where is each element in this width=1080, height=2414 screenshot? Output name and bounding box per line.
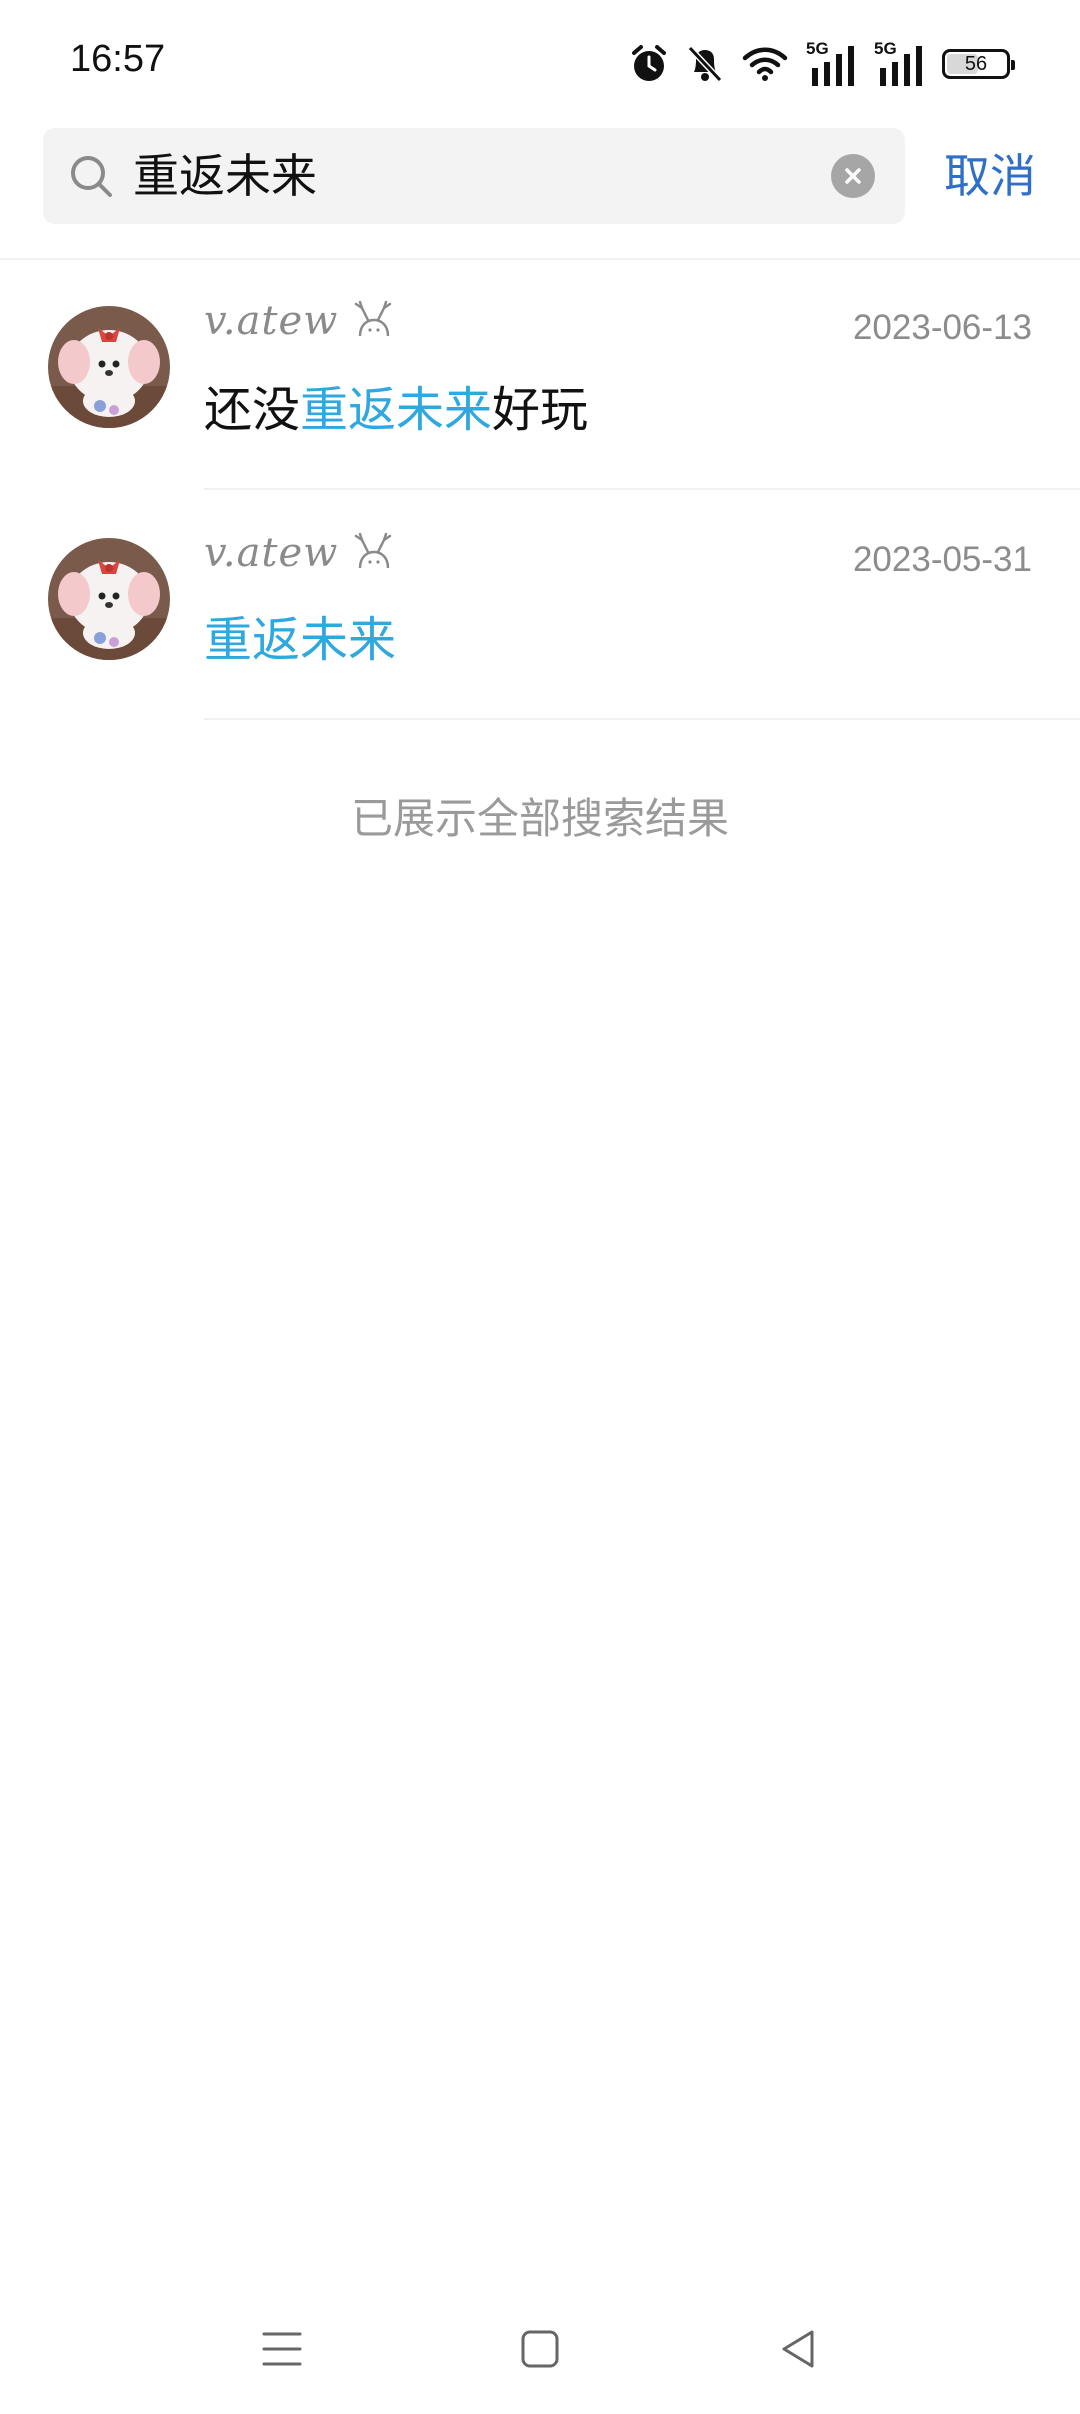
row-divider xyxy=(204,718,1080,720)
avatar[interactable] xyxy=(48,538,170,660)
snippet-highlight: 重返未来 xyxy=(204,612,397,668)
alarm-icon xyxy=(632,45,666,81)
battery-icon: 56 xyxy=(942,49,1015,79)
deer-icon xyxy=(354,300,392,337)
result-snippet: 还没重返未来好玩 xyxy=(204,380,588,440)
signal-5g-icon: 5G xyxy=(806,40,856,88)
home-icon[interactable] xyxy=(518,2324,562,2374)
status-time: 16:57 xyxy=(70,38,166,80)
result-date: 2023-05-31 xyxy=(852,540,1032,579)
snippet-text: 好玩 xyxy=(492,382,589,438)
snippet-highlight: 重返未来 xyxy=(300,382,493,438)
search-input[interactable]: 重返未来 xyxy=(133,148,317,204)
result-username: v.atew xyxy=(204,530,339,576)
all-results-shown-note: 已展示全部搜索结果 xyxy=(350,794,729,843)
wifi-icon xyxy=(742,47,788,81)
back-icon[interactable] xyxy=(776,2324,820,2374)
battery-text: 56 xyxy=(964,52,988,75)
mute-icon xyxy=(687,45,723,83)
search-icon xyxy=(71,156,112,197)
navigation-bar xyxy=(0,2300,1080,2414)
search-result-item[interactable]: v.atew 2023-05-31 重返未来 xyxy=(0,490,1080,720)
menu-icon[interactable] xyxy=(260,2324,304,2374)
snippet-text: 还没 xyxy=(204,382,301,438)
clear-icon[interactable] xyxy=(831,154,875,198)
cancel-button[interactable]: 取消 xyxy=(944,148,1036,204)
result-username: v.atew xyxy=(204,298,339,344)
search-bar[interactable]: 重返未来 xyxy=(43,128,905,224)
search-result-item[interactable]: v.atew 2023-06-13 还没重返未来好玩 xyxy=(0,260,1080,490)
avatar[interactable] xyxy=(48,306,170,428)
result-snippet: 重返未来 xyxy=(204,610,396,670)
result-date: 2023-06-13 xyxy=(852,308,1032,347)
deer-icon xyxy=(354,532,392,569)
status-icons: 5G 5G 56 xyxy=(630,40,1015,88)
signal-5g-icon: 5G xyxy=(874,40,924,88)
status-bar: 16:57 5G 5G 56 xyxy=(0,0,1080,120)
